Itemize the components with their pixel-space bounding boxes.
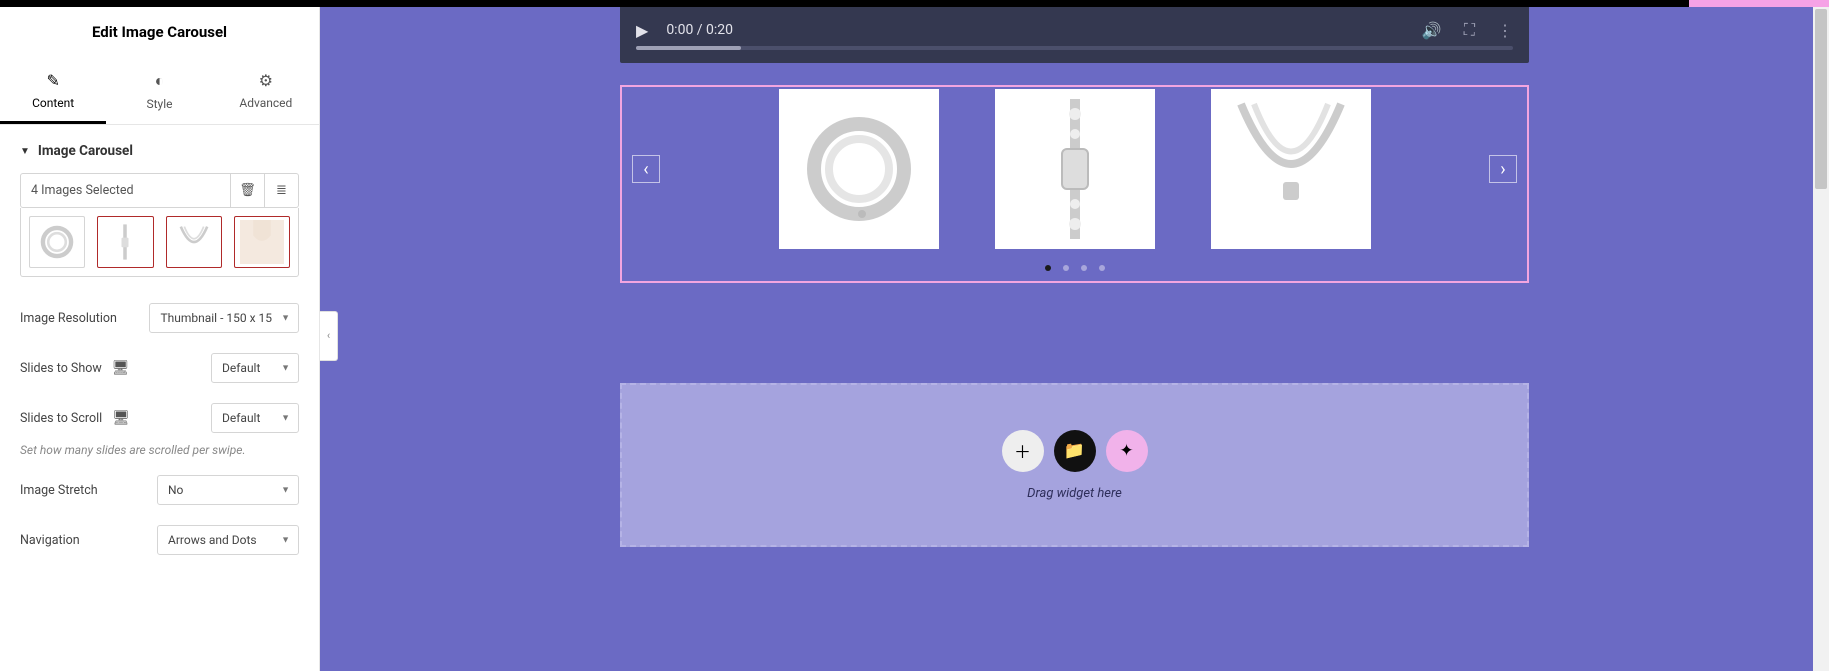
- panel-title: Edit Image Carousel: [0, 7, 319, 59]
- video-progress-bar[interactable]: [636, 46, 1513, 50]
- scrollbar-thumb[interactable]: [1815, 9, 1827, 189]
- slides-to-show-label: Slides to Show: [20, 361, 102, 376]
- database-icon: ≣: [276, 183, 287, 198]
- carousel-dots: [622, 251, 1527, 281]
- images-selected-bar: 4 Images Selected 🗑 ≣: [20, 173, 299, 208]
- carousel-slide-2: [995, 89, 1155, 249]
- necklace-image: [1216, 94, 1366, 244]
- carousel-slide-1: [779, 89, 939, 249]
- chevron-down-icon: ▼: [281, 313, 290, 324]
- clasp-icon: [101, 220, 149, 264]
- thumbnail-1[interactable]: [29, 216, 85, 268]
- select-value: Arrows and Dots: [168, 533, 257, 547]
- volume-icon[interactable]: 🔊: [1422, 21, 1442, 40]
- carousel-dot-1[interactable]: [1045, 265, 1051, 271]
- tab-label: Advanced: [239, 96, 292, 110]
- bracelet-icon: [33, 220, 81, 264]
- tab-style[interactable]: ◐ Style: [106, 59, 212, 124]
- thumbnail-2[interactable]: [97, 216, 153, 268]
- select-value: Default: [222, 361, 260, 375]
- navigation-label: Navigation: [20, 533, 80, 548]
- select-value: No: [168, 483, 183, 497]
- carousel-dot-3[interactable]: [1081, 265, 1087, 271]
- delete-images-button[interactable]: 🗑: [230, 174, 264, 207]
- ai-button[interactable]: ✦: [1106, 430, 1148, 472]
- carousel-slide-3: [1211, 89, 1371, 249]
- add-widget-button[interactable]: ＋: [1002, 430, 1044, 472]
- empty-section-dropzone[interactable]: ＋ 📁 ✦ Drag widget here: [620, 383, 1529, 547]
- image-carousel-widget[interactable]: ‹: [620, 85, 1529, 283]
- chevron-down-icon: ▼: [281, 363, 290, 374]
- caret-down-icon: ▼: [20, 146, 30, 157]
- more-icon[interactable]: ⋮: [1497, 21, 1513, 40]
- editor-sidebar: Edit Image Carousel ✎ Content ◐ Style ⚙ …: [0, 0, 320, 671]
- carousel-dot-4[interactable]: [1099, 265, 1105, 271]
- chevron-down-icon: ▼: [281, 535, 290, 546]
- tab-advanced[interactable]: ⚙ Advanced: [213, 59, 319, 124]
- sparkle-icon: ✦: [1119, 441, 1133, 461]
- video-time: 0:00 / 0:20: [666, 22, 1404, 38]
- gear-icon: ⚙: [259, 71, 273, 90]
- slides-to-show-select[interactable]: Default ▼: [211, 353, 299, 383]
- bracelet-image: [784, 94, 934, 244]
- section-toggle-image-carousel[interactable]: ▼ Image Carousel: [0, 125, 319, 173]
- panel-tabs: ✎ Content ◐ Style ⚙ Advanced: [0, 59, 319, 125]
- navigation-select[interactable]: Arrows and Dots ▼: [157, 525, 299, 555]
- clasp-image: [1000, 94, 1150, 244]
- sidebar-collapse-handle[interactable]: ‹: [320, 311, 338, 361]
- model-necklace-icon: [238, 220, 286, 264]
- pencil-icon: ✎: [46, 71, 59, 90]
- thumbnail-3[interactable]: [166, 216, 222, 268]
- vertical-scrollbar[interactable]: ▲: [1813, 7, 1829, 671]
- necklace-icon: [170, 220, 218, 264]
- chevron-left-icon: ‹: [327, 329, 330, 342]
- image-stretch-label: Image Stretch: [20, 483, 98, 498]
- editor-canvas: ▶ 0:00 / 0:20 🔊 ⛶ ⋮ ‹: [320, 0, 1829, 671]
- image-resolution-select[interactable]: Thumbnail - 150 x 15 ▼: [149, 303, 299, 333]
- slides-to-scroll-label: Slides to Scroll: [20, 411, 102, 426]
- tab-label: Style: [146, 97, 172, 111]
- desktop-icon[interactable]: 🖥: [112, 360, 130, 376]
- image-resolution-label: Image Resolution: [20, 311, 117, 326]
- section-title: Image Carousel: [38, 143, 133, 159]
- thumbnail-4[interactable]: [234, 216, 290, 268]
- top-bar: [0, 0, 1829, 7]
- tab-content[interactable]: ✎ Content: [0, 59, 106, 124]
- desktop-icon[interactable]: 🖥: [112, 410, 130, 426]
- trash-icon: 🗑: [239, 183, 256, 198]
- fullscreen-icon[interactable]: ⛶: [1464, 20, 1475, 40]
- slides-to-scroll-select[interactable]: Default ▼: [211, 403, 299, 433]
- contrast-icon: ◐: [155, 71, 165, 91]
- play-icon[interactable]: ▶: [636, 21, 648, 40]
- chevron-left-icon: ‹: [643, 159, 648, 180]
- tab-label: Content: [32, 96, 74, 110]
- chevron-down-icon: ▼: [281, 413, 290, 424]
- image-thumbnails: [20, 208, 299, 277]
- images-selected-label: 4 Images Selected: [21, 174, 230, 207]
- image-stretch-select[interactable]: No ▼: [157, 475, 299, 505]
- select-value: Default: [222, 411, 260, 425]
- add-template-button[interactable]: 📁: [1054, 430, 1096, 472]
- chevron-down-icon: ▼: [281, 485, 290, 496]
- gallery-settings-button[interactable]: ≣: [264, 174, 298, 207]
- plus-icon: ＋: [1014, 438, 1031, 463]
- chevron-right-icon: ›: [1500, 159, 1505, 180]
- carousel-dot-2[interactable]: [1063, 265, 1069, 271]
- select-value: Thumbnail - 150 x 15: [160, 311, 272, 325]
- carousel-next-button[interactable]: ›: [1489, 155, 1517, 183]
- folder-icon: 📁: [1064, 441, 1085, 461]
- video-widget[interactable]: ▶ 0:00 / 0:20 🔊 ⛶ ⋮: [620, 7, 1529, 63]
- dropzone-text: Drag widget here: [1027, 486, 1122, 501]
- carousel-prev-button[interactable]: ‹: [632, 155, 660, 183]
- slides-to-scroll-help: Set how many slides are scrolled per swi…: [0, 443, 319, 465]
